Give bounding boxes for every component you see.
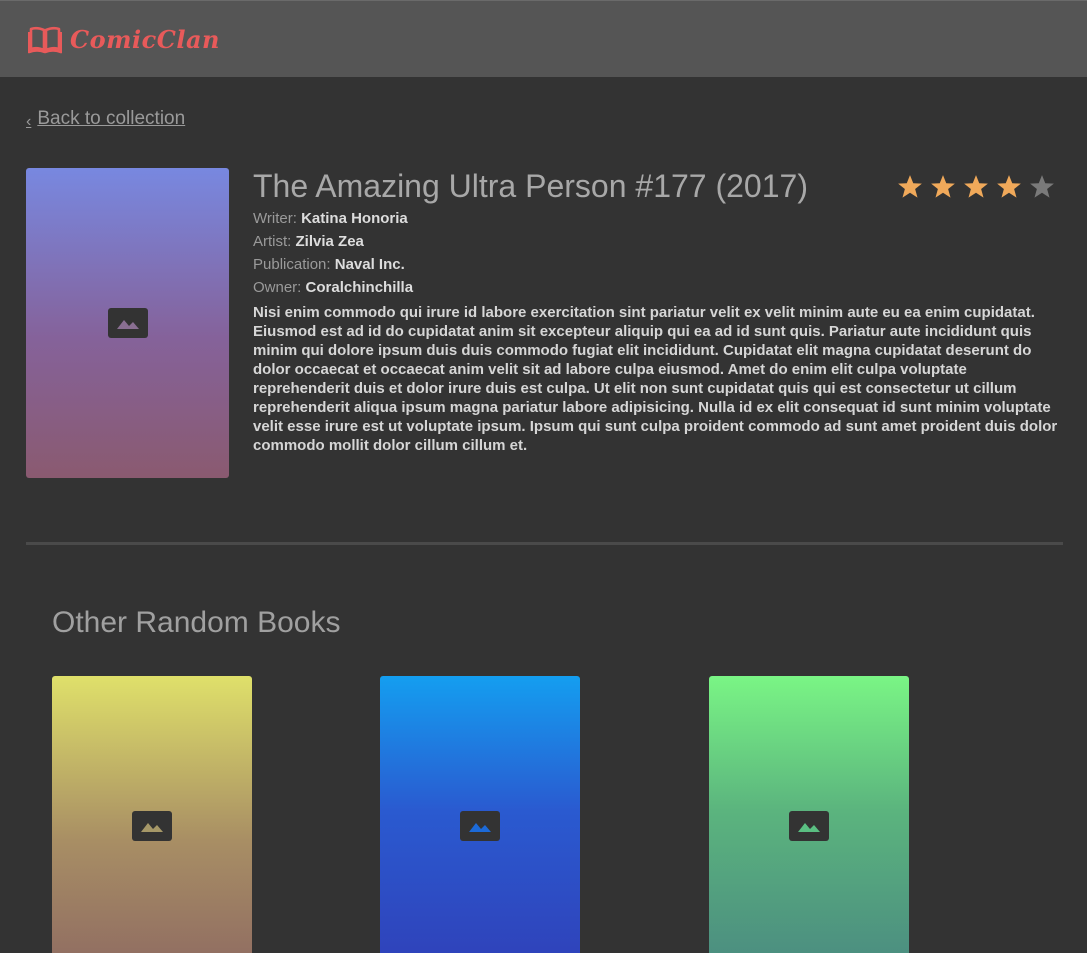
publication-value: Naval Inc. bbox=[334, 256, 405, 273]
logo-link[interactable]: ComicClan bbox=[28, 24, 220, 54]
artist-value: Zilvia Zea bbox=[295, 233, 364, 250]
back-link-label: Back to collection bbox=[37, 108, 186, 129]
writer-label: Writer: bbox=[253, 210, 297, 227]
comic-title: The Amazing Ultra Person #177 (2017) bbox=[253, 168, 808, 204]
image-placeholder-icon bbox=[789, 811, 829, 841]
logo-text: ComicClan bbox=[70, 24, 220, 54]
chevron-left-icon: ‹ bbox=[26, 113, 32, 130]
other-book-card[interactable] bbox=[709, 676, 909, 953]
top-bar: ComicClan bbox=[0, 0, 1087, 77]
image-placeholder-icon bbox=[460, 811, 500, 841]
image-placeholder-icon bbox=[132, 811, 172, 841]
image-placeholder-icon bbox=[107, 308, 148, 338]
other-book-card[interactable] bbox=[52, 676, 252, 953]
comic-description: Nisi enim commodo qui irure id labore ex… bbox=[253, 304, 1058, 454]
star-icon[interactable] bbox=[928, 172, 958, 202]
section-divider bbox=[26, 542, 1063, 545]
owner-label: Owner: bbox=[253, 279, 302, 296]
open-book-icon bbox=[28, 26, 62, 54]
back-to-collection-link[interactable]: ‹ Back to collection bbox=[26, 108, 185, 130]
owner-row: Owner: Coralchinchilla bbox=[253, 279, 413, 296]
star-icon[interactable] bbox=[895, 172, 925, 202]
other-book-card[interactable] bbox=[380, 676, 580, 953]
comic-cover bbox=[26, 168, 229, 478]
other-books-heading: Other Random Books bbox=[52, 606, 341, 639]
artist-label: Artist: bbox=[253, 233, 292, 250]
publication-label: Publication: bbox=[253, 256, 331, 273]
star-icon[interactable] bbox=[994, 172, 1024, 202]
writer-value: Katina Honoria bbox=[301, 210, 408, 227]
artist-row: Artist: Zilvia Zea bbox=[253, 233, 364, 250]
writer-row: Writer: Katina Honoria bbox=[253, 210, 408, 227]
star-icon[interactable] bbox=[961, 172, 991, 202]
publication-row: Publication: Naval Inc. bbox=[253, 256, 405, 273]
owner-value: Coralchinchilla bbox=[305, 279, 414, 296]
star-icon[interactable] bbox=[1027, 172, 1057, 202]
rating-stars[interactable] bbox=[895, 172, 1057, 202]
